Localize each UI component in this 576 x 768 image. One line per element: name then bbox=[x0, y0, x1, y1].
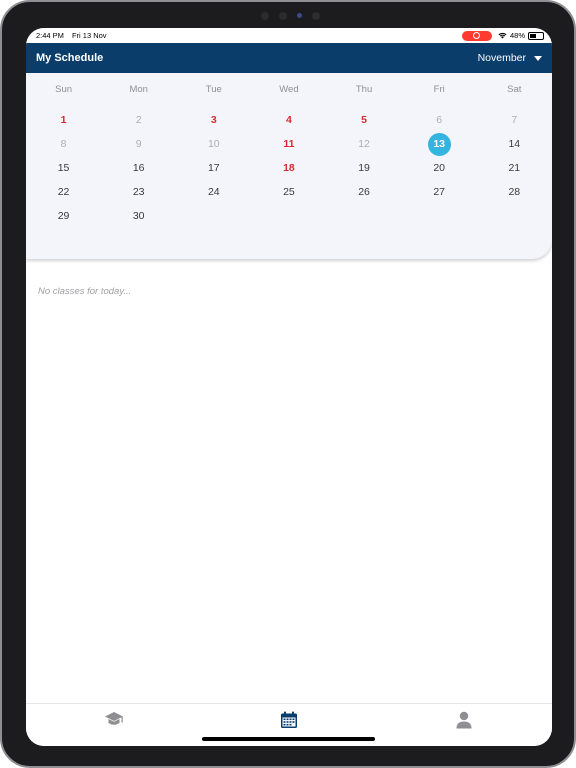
camera-lens bbox=[296, 13, 302, 18]
calendar-day[interactable]: 7 bbox=[477, 108, 552, 132]
calendar-week-row: 8 9 10 11 12 13 14 bbox=[26, 132, 552, 156]
calendar-day-empty bbox=[327, 204, 402, 228]
calendar-day-empty bbox=[176, 204, 251, 228]
calendar-week-row: 22 23 24 25 26 27 28 bbox=[26, 180, 552, 204]
calendar-day[interactable]: 1 bbox=[26, 108, 101, 132]
empty-schedule-message: No classes for today... bbox=[38, 286, 132, 297]
tab-profile[interactable] bbox=[377, 704, 552, 746]
app-header: My Schedule November bbox=[26, 43, 552, 73]
weekday-label: Wed bbox=[279, 84, 299, 95]
calendar-icon bbox=[280, 711, 297, 728]
status-time: 2:44 PM bbox=[36, 31, 64, 40]
wifi-icon bbox=[498, 32, 507, 39]
tab-classes[interactable] bbox=[26, 704, 201, 746]
calendar-day[interactable]: 9 bbox=[101, 132, 176, 156]
calendar-week-row: 15 16 17 18 19 20 21 bbox=[26, 156, 552, 180]
calendar-day-today[interactable]: 13 bbox=[402, 132, 477, 156]
calendar-grid: 1 2 3 4 5 6 7 8 9 10 11 12 13 14 15 16 17 18 19 20 21 22 23 24 2… bbox=[26, 108, 552, 228]
camera-array bbox=[2, 12, 576, 20]
graduation-cap-icon bbox=[104, 712, 123, 725]
calendar-day[interactable]: 26 bbox=[327, 180, 402, 204]
status-date: Fri 13 Nov bbox=[71, 31, 107, 40]
calendar-day[interactable]: 12 bbox=[327, 132, 402, 156]
weekday-label: Sat bbox=[507, 84, 522, 95]
calendar-day[interactable]: 4 bbox=[251, 108, 326, 132]
calendar-week-row: 1234567 bbox=[26, 108, 552, 132]
calendar-day[interactable]: 19 bbox=[327, 156, 402, 180]
calendar-day[interactable]: 3 bbox=[176, 108, 251, 132]
month-selector[interactable]: November bbox=[478, 52, 542, 64]
calendar-day[interactable]: 14 bbox=[477, 132, 552, 156]
calendar-day[interactable]: 25 bbox=[251, 180, 326, 204]
month-calendar: Sun Mon Tue Wed Thu Fri Sat 1 2 3 4 5 6 7 8 9 10 11 12 13 1… bbox=[26, 73, 552, 259]
calendar-day[interactable]: 29 bbox=[26, 204, 101, 228]
tablet-frame: 2:44 PM Fri 13 Nov 48% My Schedule Novem… bbox=[0, 0, 576, 768]
today-marker: 13 bbox=[427, 132, 451, 156]
chevron-down-icon bbox=[534, 55, 542, 61]
calendar-day[interactable]: 23 bbox=[101, 180, 176, 204]
battery-icon bbox=[528, 31, 544, 40]
weekday-label: Sun bbox=[55, 84, 73, 95]
weekday-label: Tue bbox=[205, 84, 222, 95]
calendar-day[interactable]: 22 bbox=[26, 180, 101, 204]
calendar-day[interactable]: 6 bbox=[402, 108, 477, 132]
user-icon bbox=[456, 711, 472, 729]
camera-dot bbox=[260, 12, 269, 20]
calendar-day[interactable]: 16 bbox=[101, 156, 176, 180]
home-indicator[interactable] bbox=[202, 737, 375, 741]
screen-recording-indicator[interactable] bbox=[461, 30, 492, 41]
calendar-day[interactable]: 30 bbox=[101, 204, 176, 228]
calendar-week-row: 29 30 bbox=[26, 204, 552, 228]
calendar-day[interactable]: 18 bbox=[251, 156, 326, 180]
calendar-day[interactable]: 11 bbox=[251, 132, 326, 156]
calendar-day-empty bbox=[402, 204, 477, 228]
calendar-day[interactable]: 24 bbox=[176, 180, 251, 204]
weekday-label: Thu bbox=[355, 84, 373, 95]
calendar-day-empty bbox=[251, 204, 326, 228]
screen: 2:44 PM Fri 13 Nov 48% My Schedule Novem… bbox=[26, 28, 552, 746]
camera-dot bbox=[278, 12, 287, 20]
weekday-label: Fri bbox=[433, 84, 445, 95]
weekday-header: Sun Mon Tue Wed Thu Fri Sat bbox=[26, 73, 552, 108]
page-title: My Schedule bbox=[36, 52, 104, 64]
month-label: November bbox=[477, 52, 526, 64]
calendar-day[interactable]: 15 bbox=[26, 156, 101, 180]
tab-bar bbox=[26, 703, 552, 746]
calendar-day[interactable]: 28 bbox=[477, 180, 552, 204]
status-bar: 2:44 PM Fri 13 Nov 48% bbox=[26, 28, 552, 43]
calendar-day[interactable]: 21 bbox=[477, 156, 552, 180]
camera-dot bbox=[311, 12, 320, 20]
weekday-label: Mon bbox=[129, 84, 148, 95]
calendar-day[interactable]: 8 bbox=[26, 132, 101, 156]
calendar-day[interactable]: 17 bbox=[176, 156, 251, 180]
calendar-day[interactable]: 20 bbox=[402, 156, 477, 180]
calendar-day[interactable]: 5 bbox=[327, 108, 402, 132]
calendar-day-empty bbox=[477, 204, 552, 228]
battery-percent: 48% bbox=[509, 31, 525, 40]
calendar-day[interactable]: 27 bbox=[402, 180, 477, 204]
calendar-day[interactable]: 2 bbox=[101, 108, 176, 132]
calendar-day[interactable]: 10 bbox=[176, 132, 251, 156]
